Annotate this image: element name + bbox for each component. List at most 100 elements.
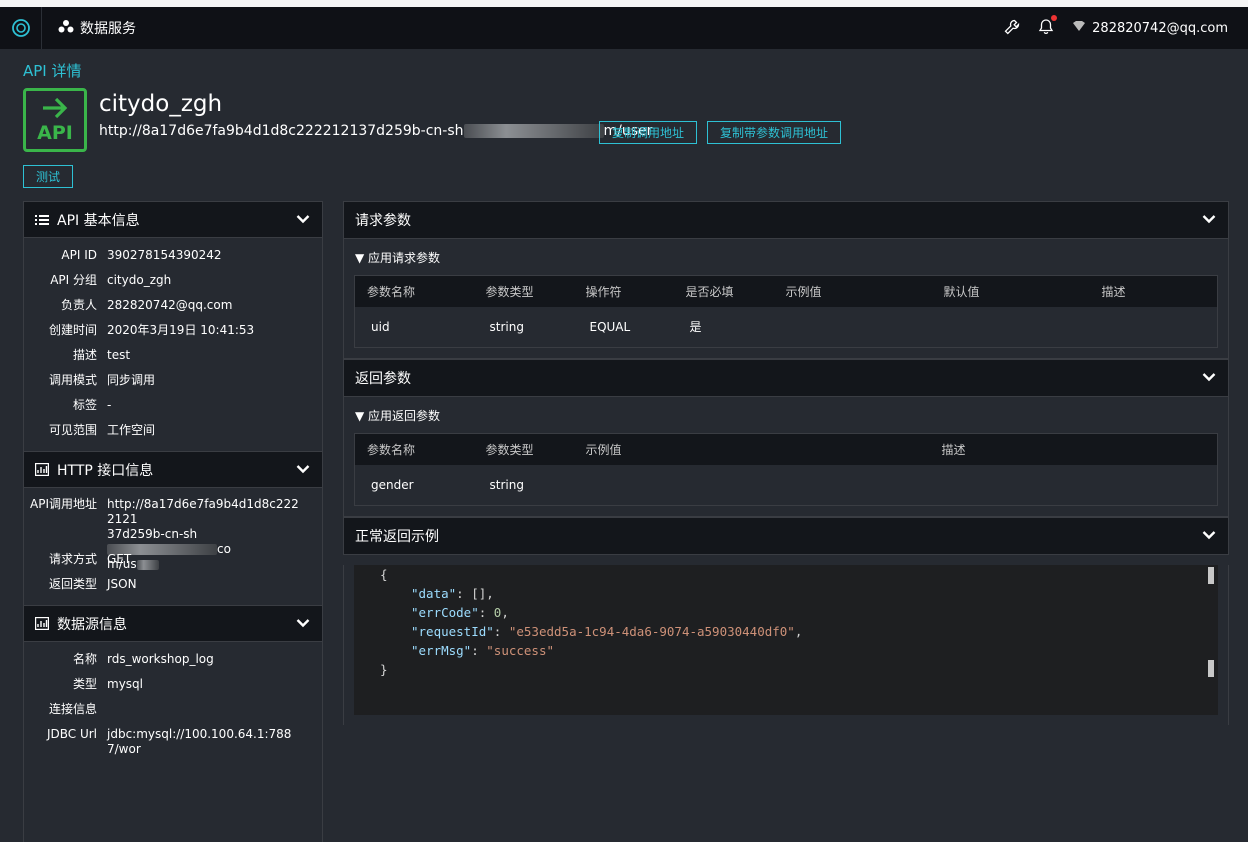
example-body: { "data": [], "errCode": 0, "requestId":…	[343, 565, 1229, 725]
nav-service[interactable]: 数据服务	[58, 18, 136, 38]
basic-info-title: API 基本信息	[57, 212, 140, 229]
info-value: 282820742@qq.com	[107, 298, 233, 312]
datasource-list: 名称 rds_workshop_log 类型 mysql 连接信息 JDBC Url…	[23, 642, 323, 842]
response-params-header[interactable]: 返回参数	[343, 359, 1229, 397]
example-title: 正常返回示例	[355, 529, 439, 545]
user-menu[interactable]: 282820742@qq.com	[1072, 20, 1228, 36]
api-badge: API	[23, 88, 87, 152]
info-key: 请求方式	[48, 552, 97, 566]
chevron-down-icon[interactable]	[1202, 370, 1216, 386]
info-key: 名称	[72, 652, 97, 666]
chevron-down-icon[interactable]	[1202, 212, 1216, 228]
column-header: 参数名称	[354, 275, 474, 307]
api-url: http://8a17d6e7fa9b4d1d8c222212137d259b-…	[99, 123, 652, 139]
response-params-title: 返回参数	[355, 371, 411, 387]
basic-info-header[interactable]: API 基本信息	[23, 201, 323, 238]
logo-icon[interactable]	[0, 7, 42, 49]
chevron-down-icon[interactable]	[1202, 528, 1216, 544]
info-row: 负责人 282820742@qq.com	[24, 298, 322, 323]
user-email: 282820742@qq.com	[1092, 20, 1228, 36]
info-key: 连接信息	[48, 702, 97, 716]
arrow-right-icon	[41, 97, 69, 122]
column-header: 参数名称	[354, 433, 474, 465]
url-prefix: http://8a17d6e7fa9b4d1d8c222212137d259b-…	[99, 123, 464, 139]
code-token: {	[380, 567, 388, 582]
request-params-header[interactable]: 请求参数	[343, 201, 1229, 239]
url-line: http://8a17d6e7fa9b4d1d8c2222121	[107, 497, 299, 526]
info-value: test	[107, 348, 131, 362]
chevron-down-icon[interactable]	[296, 212, 310, 228]
code-line: {	[354, 565, 1218, 584]
column-header: 参数类型	[473, 275, 574, 307]
code-key: "errMsg"	[411, 643, 472, 658]
info-key: API ID	[61, 248, 97, 262]
info-key: 负责人	[60, 298, 97, 312]
table-row: uid string EQUAL 是	[355, 307, 1218, 348]
info-value: GET	[107, 552, 132, 566]
info-key: API 分组	[50, 273, 97, 287]
response-table-wrap: 参数名称 参数类型 示例值 描述 gender string	[343, 433, 1229, 517]
column-header: 操作符	[573, 275, 674, 307]
code-editor[interactable]: { "data": [], "errCode": 0, "requestId":…	[354, 565, 1218, 715]
info-value: JSON	[107, 577, 137, 591]
code-key: "requestId"	[411, 624, 494, 639]
notification-dot	[1051, 15, 1058, 21]
scrollbar-thumb[interactable]	[1208, 660, 1214, 677]
list-icon	[35, 214, 49, 226]
code-token: }	[380, 662, 388, 677]
table-cell: uid	[371, 319, 390, 334]
table-cell: string	[489, 477, 524, 492]
http-info-header[interactable]: HTTP 接口信息	[23, 451, 323, 488]
info-key: API调用地址	[30, 497, 97, 511]
table-row: gender string	[355, 465, 1218, 506]
info-row: 标签 -	[24, 398, 322, 423]
diamond-icon	[1072, 20, 1086, 36]
copy-url-button[interactable]: 复制调用地址	[599, 121, 697, 144]
request-sub-toggle[interactable]: ▼ 应用请求参数	[343, 239, 1229, 275]
table-cell	[932, 307, 1090, 348]
info-key: 标签	[72, 398, 97, 412]
right-column: 请求参数 ▼ 应用请求参数 参数名称 参数类型 操作符 是否必填 示例值 默认值…	[343, 201, 1229, 725]
table-cell: EQUAL	[589, 319, 631, 334]
info-key: 可见范围	[48, 423, 97, 437]
chevron-down-icon[interactable]	[296, 616, 310, 632]
info-row: 创建时间 2020年3月19日 10:41:53	[24, 323, 322, 348]
info-key: JDBC Url	[46, 727, 97, 741]
redaction-mask	[463, 124, 604, 138]
column-header: 示例值	[773, 275, 932, 307]
table-header-row: 参数名称 参数类型 操作符 是否必填 示例值 默认值 描述	[354, 275, 1218, 307]
table-cell	[574, 465, 930, 506]
code-value: "e53edd5a-1c94-4da6-9074-a59030440df0"	[508, 624, 795, 639]
page-title: API 详情	[23, 62, 82, 80]
response-sub-toggle[interactable]: ▼ 应用返回参数	[343, 397, 1229, 433]
info-key: 类型	[72, 677, 97, 691]
column-header: 是否必填	[673, 275, 774, 307]
request-params-table: 参数名称 参数类型 操作符 是否必填 示例值 默认值 描述 uid string…	[354, 275, 1218, 348]
code-key: "errCode"	[411, 605, 479, 620]
bell-icon[interactable]	[1038, 15, 1058, 38]
info-value: rds_workshop_log	[107, 652, 214, 666]
code-value: []	[471, 586, 487, 601]
datasource-title: 数据源信息	[57, 616, 127, 633]
table-cell	[930, 465, 1218, 506]
http-info-title: HTTP 接口信息	[57, 462, 154, 479]
copy-url-with-params-button[interactable]: 复制带参数调用地址	[707, 121, 841, 144]
test-button[interactable]: 测试	[23, 165, 73, 188]
datasource-header[interactable]: 数据源信息	[23, 605, 323, 642]
column-header: 描述	[1089, 275, 1218, 307]
code-line: }	[354, 660, 1218, 679]
example-header[interactable]: 正常返回示例	[343, 517, 1229, 555]
info-row: 可见范围 工作空间	[24, 423, 322, 448]
info-row: API ID 390278154390242	[24, 248, 322, 273]
scrollbar-thumb[interactable]	[1208, 567, 1214, 584]
http-info-list: API调用地址 http://8a17d6e7fa9b4d1d8c2222121…	[23, 488, 323, 605]
chevron-down-icon[interactable]	[296, 462, 310, 478]
service-label: 数据服务	[80, 21, 136, 37]
code-line: "data": [],	[411, 586, 494, 601]
info-key: 调用模式	[48, 373, 97, 387]
wrench-icon[interactable]	[1004, 19, 1020, 38]
chart-icon	[35, 463, 49, 476]
api-name: citydo_zgh	[99, 91, 223, 117]
info-value: 工作空间	[107, 423, 156, 437]
column-header: 示例值	[573, 433, 930, 465]
